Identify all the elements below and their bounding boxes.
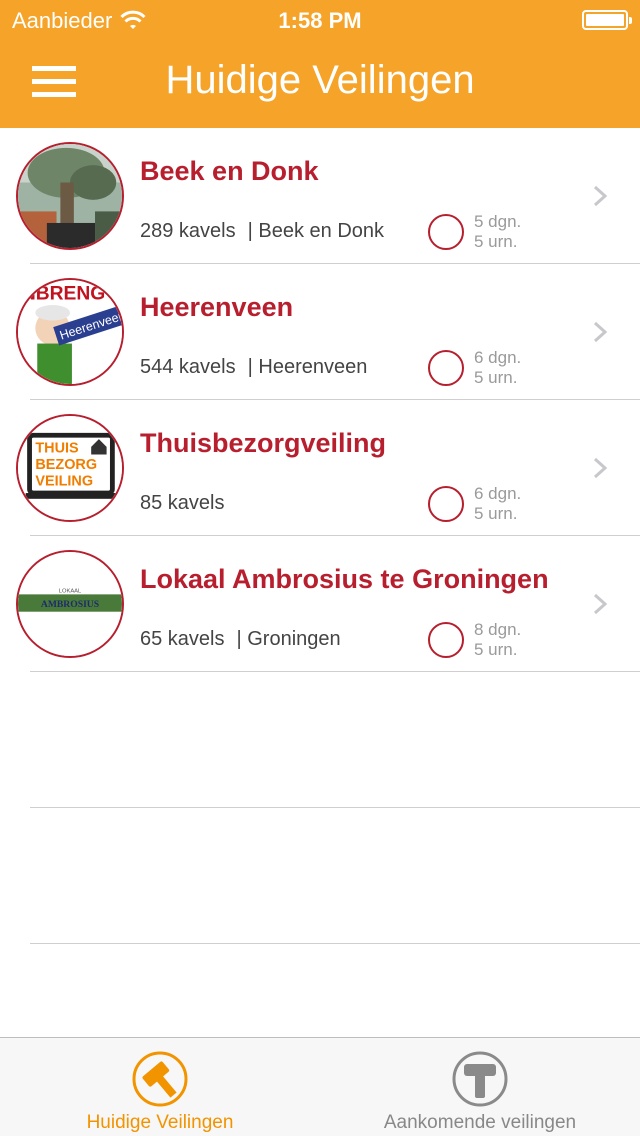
auction-title: Heerenveen bbox=[140, 292, 294, 322]
hours-remaining: 5 urn. bbox=[474, 368, 518, 387]
lot-count: 85 kavels bbox=[140, 492, 225, 514]
thuis-logo-line3: VEILING bbox=[35, 473, 93, 489]
auction-row-beek-en-donk[interactable]: Beek en Donk 289 kavels | Beek en Donk 5 … bbox=[0, 128, 640, 264]
auction-title: Thuisbezorgveiling bbox=[140, 428, 387, 458]
row-separator bbox=[30, 943, 640, 944]
days-remaining: 8 dgn. bbox=[474, 620, 522, 639]
lokaal-ambrosius-logo: LOKAAL AMBROSIUS bbox=[18, 552, 122, 656]
time-remaining: 5 dgn. 5 urn. bbox=[474, 212, 521, 252]
gavel-icon bbox=[132, 1051, 188, 1107]
tab-bar: Huidige Veilingen Aankomende veilingen bbox=[0, 1037, 640, 1136]
tab-label: Huidige Veilingen bbox=[86, 1112, 234, 1133]
days-remaining: 6 dgn. bbox=[474, 484, 522, 503]
auction-row-lokaal-ambrosius[interactable]: LOKAAL AMBROSIUS Lokaal Ambrosius te Gro… bbox=[0, 536, 640, 672]
auctioneer-mascot-logo: NBRENG Heerenveen bbox=[18, 280, 122, 384]
thuis-logo-line1: THUIS bbox=[35, 441, 79, 457]
countdown-ring-icon bbox=[428, 214, 464, 250]
auction-location: | Beek en Donk bbox=[247, 220, 385, 242]
thuis-logo-line2: BEZORG bbox=[35, 457, 97, 473]
auction-location: | Heerenveen bbox=[247, 356, 368, 378]
tab-upcoming-auctions[interactable]: Aankomende veilingen bbox=[320, 1038, 640, 1136]
chevron-right-icon bbox=[593, 593, 608, 615]
auction-info: 65 kavels | Groningen bbox=[140, 628, 341, 651]
tab-label: Aankomende veilingen bbox=[383, 1112, 577, 1133]
auction-thumbnail: NBRENG Heerenveen bbox=[16, 278, 124, 386]
tab-current-auctions[interactable]: Huidige Veilingen bbox=[0, 1038, 320, 1136]
lokaal-logo-top: LOKAAL bbox=[59, 588, 82, 594]
chevron-right-icon bbox=[593, 457, 608, 479]
auction-thumbnail: THUIS BEZORG VEILING bbox=[16, 414, 124, 522]
page-title: Huidige Veilingen bbox=[165, 58, 475, 102]
hours-remaining: 5 urn. bbox=[474, 232, 518, 251]
hours-remaining: 5 urn. bbox=[474, 504, 518, 523]
battery-icon bbox=[582, 10, 632, 30]
days-remaining: 6 dgn. bbox=[474, 348, 522, 367]
lot-count: 289 kavels bbox=[140, 220, 236, 242]
auction-title: Lokaal Ambrosius te Groningen bbox=[140, 564, 549, 594]
days-remaining: 5 dgn. bbox=[474, 212, 522, 231]
auction-row-thuisbezorgveiling[interactable]: THUIS BEZORG VEILING Thuisbezorgveiling … bbox=[0, 400, 640, 536]
navigation-header: Aanbieder 1:58 PM Huidige Veilingen bbox=[0, 0, 640, 128]
lot-count: 65 kavels bbox=[140, 628, 225, 650]
chevron-right-icon bbox=[593, 321, 608, 343]
lot-count: 544 kavels bbox=[140, 356, 236, 378]
lokaal-logo-main: AMBROSIUS bbox=[41, 599, 99, 610]
auction-info: 289 kavels | Beek en Donk bbox=[140, 220, 384, 243]
auction-info: 85 kavels bbox=[140, 492, 225, 515]
status-bar: Aanbieder 1:58 PM bbox=[0, 0, 640, 40]
auction-thumbnail bbox=[16, 142, 124, 250]
time-remaining: 6 dgn. 5 urn. bbox=[474, 484, 521, 524]
time-remaining: 8 dgn. 5 urn. bbox=[474, 620, 521, 660]
auction-thumbnail: LOKAAL AMBROSIUS bbox=[16, 550, 124, 658]
auction-row-heerenveen[interactable]: NBRENG Heerenveen Heerenveen 544 kavels |… bbox=[0, 264, 640, 400]
status-time: 1:58 PM bbox=[278, 8, 362, 33]
auction-info: 544 kavels | Heerenveen bbox=[140, 356, 367, 379]
auction-list: Beek en Donk 289 kavels | Beek en Donk 5 … bbox=[0, 128, 640, 672]
hammer-icon bbox=[452, 1051, 508, 1107]
auction-title: Beek en Donk bbox=[140, 156, 319, 186]
countdown-ring-icon bbox=[428, 486, 464, 522]
row-separator bbox=[30, 807, 640, 808]
time-remaining: 6 dgn. 5 urn. bbox=[474, 348, 521, 388]
heerenveen-logo-top: NBRENG bbox=[22, 283, 105, 304]
countdown-ring-icon bbox=[428, 350, 464, 386]
hours-remaining: 5 urn. bbox=[474, 640, 518, 659]
thuisbezorg-logo: THUIS BEZORG VEILING bbox=[18, 416, 122, 520]
chevron-right-icon bbox=[593, 185, 608, 207]
countdown-ring-icon bbox=[428, 622, 464, 658]
olive-tree-photo bbox=[18, 144, 122, 248]
auction-location: | Groningen bbox=[236, 628, 341, 650]
